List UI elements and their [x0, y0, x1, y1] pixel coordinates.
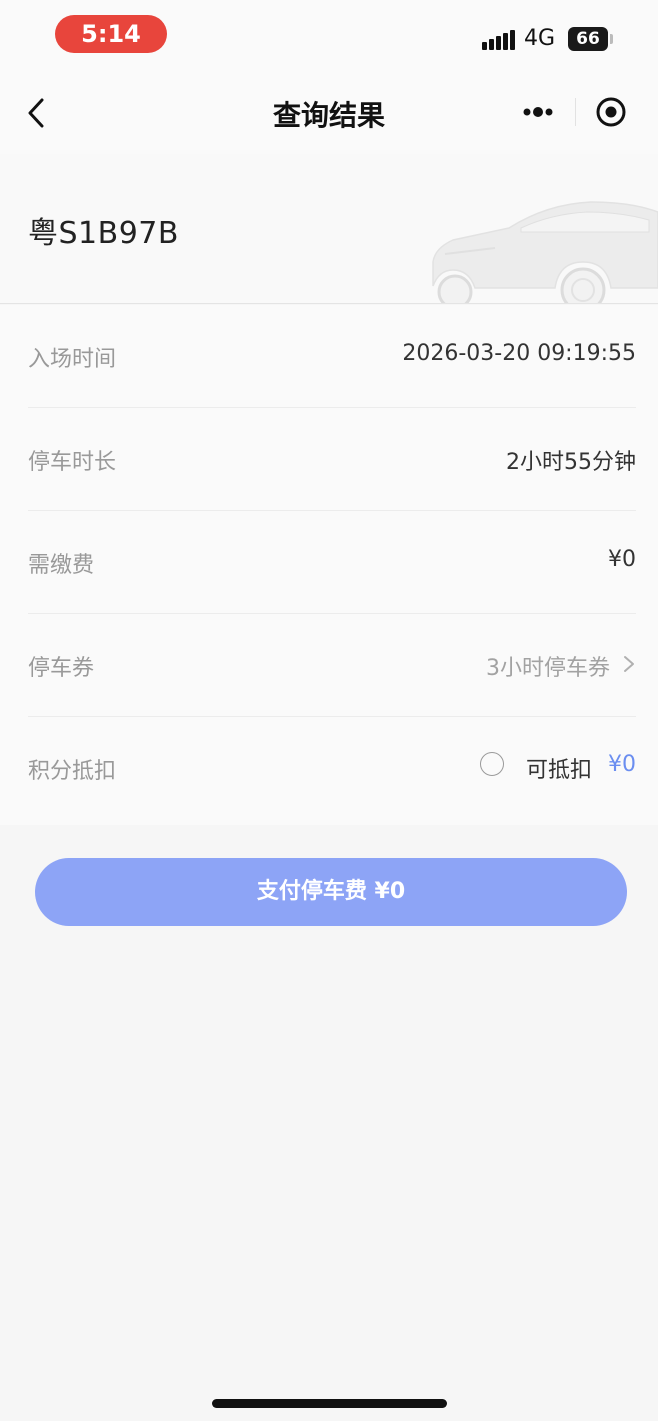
- deductible-value: ¥0: [608, 752, 636, 777]
- duration-label: 停车时长: [28, 450, 117, 475]
- points-radio[interactable]: [480, 752, 504, 776]
- more-button[interactable]: [500, 88, 574, 136]
- row-parking-duration: 停车时长 2小时55分钟: [28, 408, 636, 511]
- coupon-value[interactable]: 3小时停车券: [486, 650, 610, 682]
- row-parking-coupon[interactable]: 停车券 3小时停车券: [28, 614, 636, 717]
- row-entry-time: 入场时间 2026-03-20 09:19:55: [28, 305, 636, 408]
- car-icon: [432, 201, 658, 303]
- duration-value: 2小时55分钟: [506, 450, 636, 475]
- battery-level: 66: [568, 27, 608, 51]
- close-button[interactable]: [582, 88, 640, 136]
- home-indicator: [212, 1399, 447, 1408]
- row-points-deduction: 积分抵扣 可抵扣 ¥0: [28, 717, 636, 820]
- status-bar: 5:14 4G 66: [0, 0, 658, 70]
- plate-header: 粤S1B97B: [0, 154, 658, 304]
- fee-due-value: ¥0: [608, 547, 636, 572]
- entry-time-label: 入场时间: [28, 347, 117, 372]
- network-type: 4G: [524, 26, 556, 51]
- more-dots-icon: [523, 107, 553, 117]
- points-deduction-label: 积分抵扣: [28, 759, 117, 784]
- target-close-icon: [596, 97, 626, 127]
- battery-icon: [610, 34, 613, 44]
- license-plate: 粤S1B97B: [28, 216, 179, 251]
- fee-due-label: 需缴费: [28, 553, 95, 578]
- parking-info-list: 入场时间 2026-03-20 09:19:55 停车时长 2小时55分钟 需缴…: [0, 305, 658, 825]
- entry-time-value: 2026-03-20 09:19:55: [402, 341, 636, 366]
- chevron-right-icon[interactable]: [622, 654, 636, 674]
- row-fee-due: 需缴费 ¥0: [28, 511, 636, 614]
- status-time: 5:14: [55, 15, 167, 53]
- capsule-divider: [575, 98, 576, 126]
- nav-bar: 查询结果: [0, 70, 658, 154]
- mini-program-capsule: [500, 88, 640, 136]
- coupon-label: 停车券: [28, 656, 95, 681]
- signal-icon: [482, 30, 516, 50]
- parking-query-result-page: 5:14 4G 66 查询结果 粤S1B97B 入场时间 2026-03-20 …: [0, 0, 658, 1421]
- pay-parking-fee-button[interactable]: 支付停车费 ¥0: [35, 858, 627, 926]
- deductible-label: 可抵扣: [525, 758, 592, 783]
